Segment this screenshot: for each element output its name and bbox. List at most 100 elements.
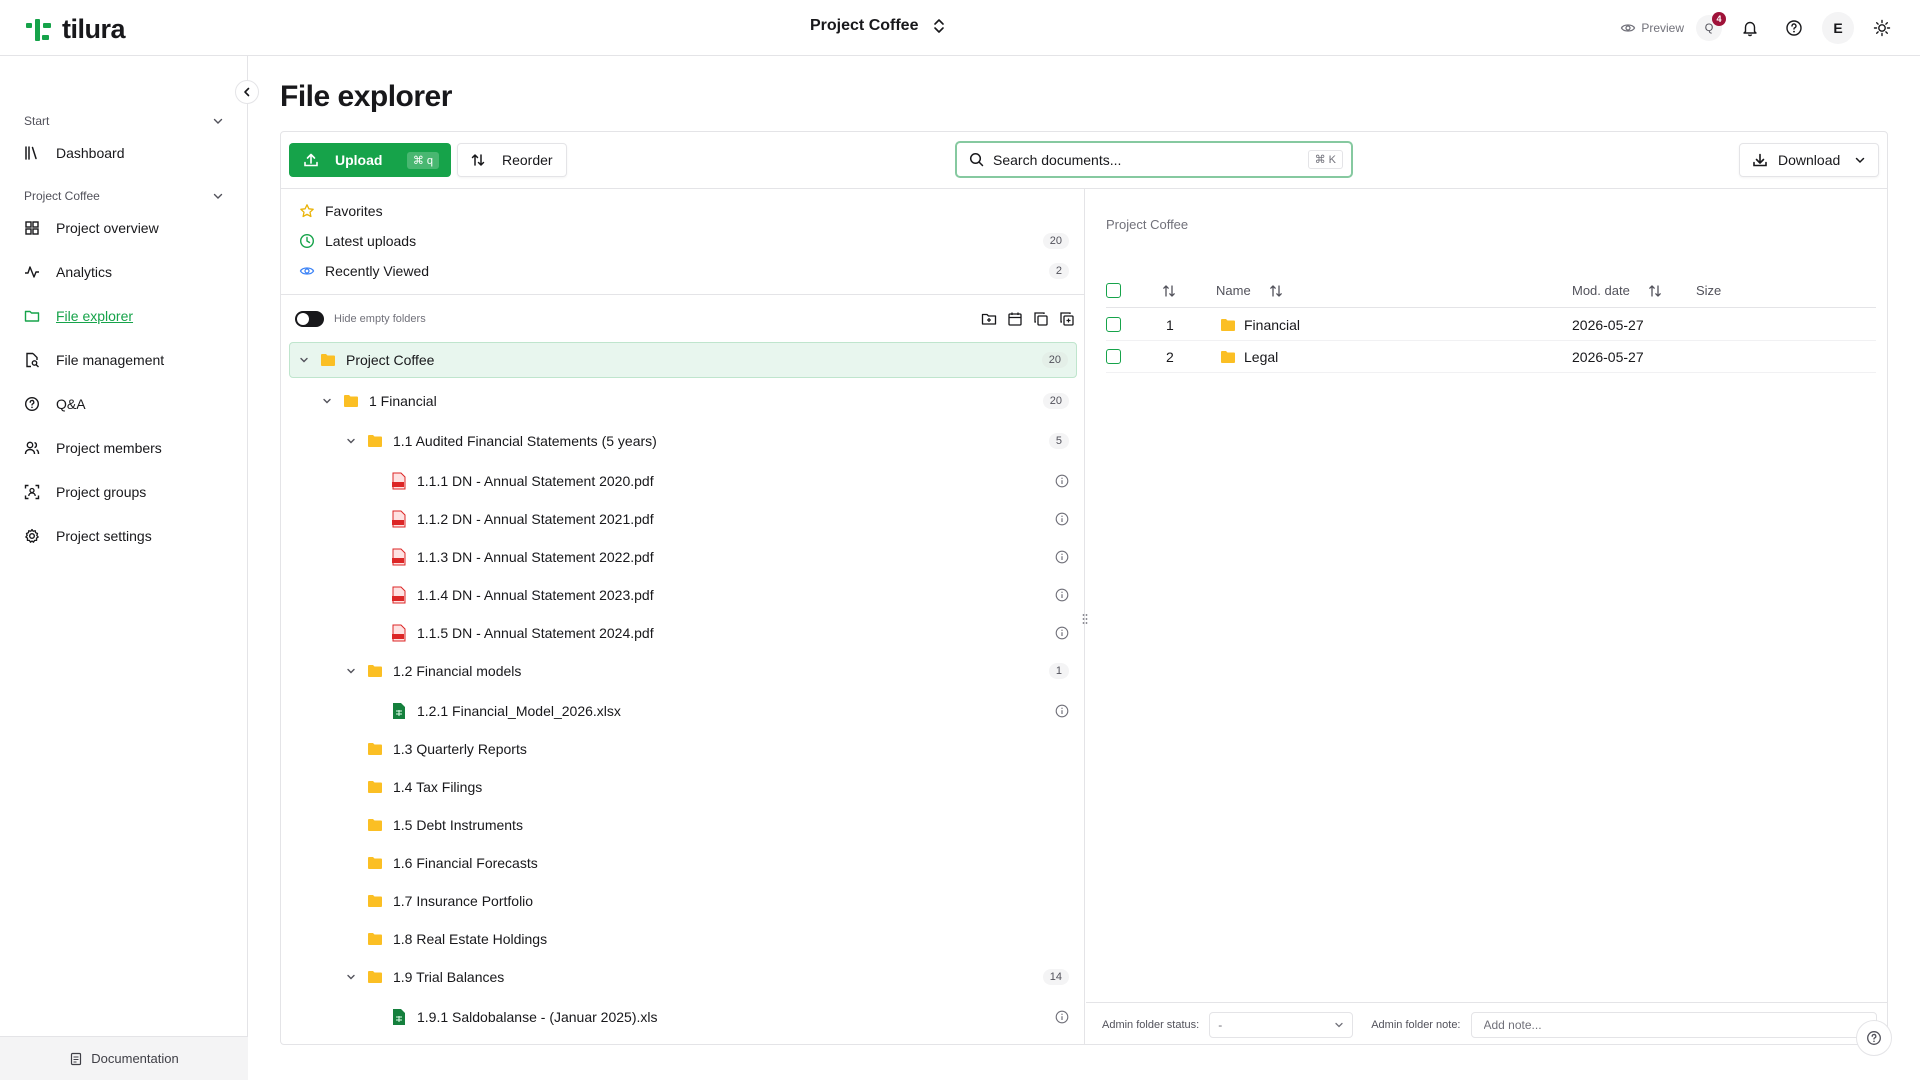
column-header-size[interactable]: Size <box>1696 274 1721 307</box>
tree-folder-1-8[interactable]: 1.8 Real Estate Holdings <box>367 924 1077 954</box>
page-title: File explorer <box>280 80 452 113</box>
tree-folder-1-7[interactable]: 1.7 Insurance Portfolio <box>367 886 1077 916</box>
sort-index-button[interactable] <box>1162 274 1176 307</box>
sidebar-item-project-settings[interactable]: Project settings <box>24 514 224 558</box>
sidebar-item-label: Q&A <box>56 396 86 412</box>
eye-icon <box>1621 24 1636 32</box>
tree-folder-1-6[interactable]: 1.6 Financial Forecasts <box>367 848 1077 878</box>
tree-item-count: 20 <box>1042 393 1069 409</box>
tree-file-pdf[interactable]: 1.1.2 DN - Annual Statement 2021.pdf <box>391 504 1077 534</box>
sidebar: Start Dashboard Project Coffee Project o… <box>0 56 248 1080</box>
chevron-down-icon[interactable] <box>345 972 357 982</box>
upload-button[interactable]: Upload ⌘ q <box>289 143 451 177</box>
breadcrumb[interactable]: Project Coffee <box>1106 217 1188 232</box>
reorder-button[interactable]: Reorder <box>457 143 567 177</box>
tree-file-pdf[interactable]: 1.1.4 DN - Annual Statement 2023.pdf <box>391 580 1077 610</box>
brand-logo[interactable]: tilura <box>24 14 126 45</box>
sidebar-item-label: Project settings <box>56 528 152 544</box>
sidebar-item-qa[interactable]: Q&A <box>24 382 224 426</box>
row-checkbox[interactable] <box>1106 317 1121 332</box>
table-row[interactable]: 1 Financial 2026-05-27 <box>1106 309 1876 341</box>
tree-folder-1-4[interactable]: 1.4 Tax Filings <box>367 772 1077 802</box>
tree-folder-1-5[interactable]: 1.5 Debt Instruments <box>367 810 1077 840</box>
sidebar-item-label: File management <box>56 352 165 368</box>
column-header-mod-date[interactable]: Mod. date <box>1572 274 1662 307</box>
folder-icon <box>368 435 382 447</box>
sidebar-section-header[interactable]: Start <box>24 111 224 131</box>
tree-folder-1-1[interactable]: 1.1 Audited Financial Statements (5 year… <box>345 426 1077 456</box>
tree-file-xls[interactable]: 1.9.1 Saldobalanse - (Januar 2025).xls <box>391 1002 1077 1032</box>
admin-note-label: Admin folder note: <box>1371 1018 1461 1031</box>
document-icon <box>71 1052 82 1065</box>
qa-button[interactable]: Q 4 <box>1696 12 1726 41</box>
tree-file-pdf[interactable]: 1.1.3 DN - Annual Statement 2022.pdf <box>391 542 1077 572</box>
sidebar-item-analytics[interactable]: Analytics <box>24 250 224 294</box>
folder-icon <box>368 857 382 869</box>
project-switcher[interactable]: Project Coffee <box>810 17 946 35</box>
user-avatar[interactable]: E <box>1822 12 1854 44</box>
tree-file-pdf[interactable]: 1.1.1 DN - Annual Statement 2020.pdf <box>391 466 1077 496</box>
chevron-down-icon[interactable] <box>298 355 310 365</box>
column-name-label: Name <box>1216 283 1251 298</box>
info-icon[interactable] <box>1055 474 1069 488</box>
quick-link-recently-viewed[interactable]: Recently Viewed 2 <box>299 259 1069 283</box>
sidebar-section-header[interactable]: Project Coffee <box>24 186 224 206</box>
quick-link-latest-uploads[interactable]: Latest uploads 20 <box>299 229 1069 253</box>
activity-icon <box>25 266 39 278</box>
sidebar-item-project-members[interactable]: Project members <box>24 426 224 470</box>
sidebar-item-project-groups[interactable]: Project groups <box>24 470 224 514</box>
copy-icon[interactable] <box>1033 311 1049 327</box>
tree-folder-project-coffee[interactable]: Project Coffee 20 <box>289 342 1077 378</box>
tree-folder-1-financial[interactable]: 1 Financial 20 <box>321 386 1077 416</box>
info-icon[interactable] <box>1055 626 1069 640</box>
help-button[interactable] <box>1778 12 1810 44</box>
chevron-down-icon[interactable] <box>345 436 357 446</box>
file-explorer-panel: Upload ⌘ q Reorder ⌘ K Download Favorite… <box>280 131 1888 1045</box>
tree-folder-1-9[interactable]: 1.9 Trial Balances 14 <box>345 962 1077 992</box>
copy-plus-icon[interactable] <box>1059 311 1075 327</box>
chevron-down-icon[interactable] <box>321 396 333 406</box>
info-icon[interactable] <box>1055 1010 1069 1024</box>
search-shortcut: ⌘ K <box>1307 150 1343 169</box>
tree-file-pdf[interactable]: 1.1.5 DN - Annual Statement 2024.pdf <box>391 618 1077 648</box>
preview-button[interactable]: Preview <box>1620 20 1684 36</box>
info-icon[interactable] <box>1055 550 1069 564</box>
table-row[interactable]: 2 Legal 2026-05-27 <box>1106 341 1876 373</box>
tree-item-label: 1.2.1 Financial_Model_2026.xlsx <box>417 703 621 719</box>
hide-empty-folders-toggle[interactable] <box>295 311 324 327</box>
sidebar-item-file-explorer[interactable]: File explorer <box>24 294 224 338</box>
documentation-link[interactable]: Documentation <box>0 1036 248 1080</box>
calendar-icon[interactable] <box>1007 311 1023 327</box>
upload-icon <box>304 153 318 167</box>
sidebar-item-file-management[interactable]: File management <box>24 338 224 382</box>
tree-item-count: 1 <box>1048 663 1069 679</box>
sort-icon <box>1648 284 1661 297</box>
row-checkbox[interactable] <box>1106 349 1121 364</box>
folder-plus-icon[interactable] <box>981 311 997 327</box>
admin-status-select[interactable]: - <box>1209 1011 1354 1038</box>
tree-folder-1-2[interactable]: 1.2 Financial models 1 <box>345 656 1077 686</box>
column-header-name[interactable]: Name <box>1216 274 1283 307</box>
notifications-button[interactable] <box>1734 12 1766 44</box>
info-icon[interactable] <box>1055 512 1069 526</box>
theme-toggle-button[interactable] <box>1866 12 1898 44</box>
sidebar-item-dashboard[interactable]: Dashboard <box>24 131 224 175</box>
tree-item-label: 1.3 Quarterly Reports <box>393 741 527 757</box>
info-icon[interactable] <box>1055 588 1069 602</box>
search-input[interactable] <box>993 151 1299 168</box>
tree-folder-1-3[interactable]: 1.3 Quarterly Reports <box>367 734 1077 764</box>
quick-link-favorites[interactable]: Favorites <box>299 199 1069 223</box>
floating-help-button[interactable] <box>1856 1020 1892 1056</box>
info-icon[interactable] <box>1055 704 1069 718</box>
search-box[interactable]: ⌘ K <box>955 141 1353 178</box>
sidebar-item-project-overview[interactable]: Project overview <box>24 206 224 250</box>
group-icon <box>24 484 40 500</box>
tree-item-label: 1.8 Real Estate Holdings <box>393 931 548 947</box>
tree-file-xlsx[interactable]: 1.2.1 Financial_Model_2026.xlsx <box>391 696 1077 726</box>
sidebar-collapse-button[interactable] <box>235 80 259 104</box>
tree-item-label: 1.4 Tax Filings <box>393 779 483 795</box>
download-button[interactable]: Download <box>1739 143 1879 177</box>
admin-note-input[interactable] <box>1470 1011 1877 1038</box>
select-all-checkbox[interactable] <box>1106 283 1121 298</box>
chevron-down-icon[interactable] <box>345 666 357 676</box>
